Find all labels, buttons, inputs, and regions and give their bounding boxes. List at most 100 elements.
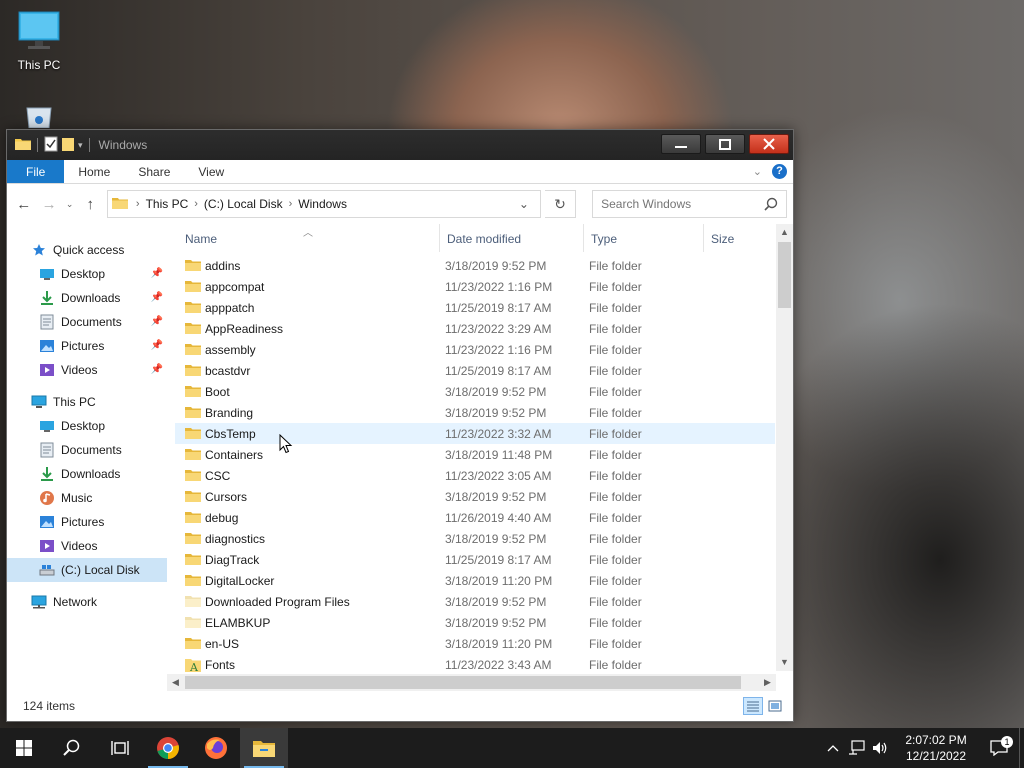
table-row[interactable]: Downloaded Program Files 3/18/2019 9:52 P… bbox=[175, 591, 775, 612]
action-center-button[interactable]: 1 bbox=[979, 736, 1019, 756]
table-row[interactable]: CbsTemp 11/23/2022 3:32 AM File folder bbox=[175, 423, 775, 444]
horizontal-scrollbar[interactable]: ◀ ▶ bbox=[167, 674, 776, 691]
details-view-button[interactable] bbox=[743, 697, 763, 715]
column-divider[interactable] bbox=[583, 224, 584, 252]
back-arrow-icon: ← bbox=[16, 195, 32, 213]
nav-quick-desktop[interactable]: Desktop 📌 bbox=[7, 262, 167, 286]
nav-pc-videos[interactable]: Videos bbox=[7, 534, 167, 558]
table-row[interactable]: AppReadiness 11/23/2022 3:29 AM File folde… bbox=[175, 318, 775, 339]
close-button[interactable] bbox=[749, 134, 789, 154]
maximize-button[interactable] bbox=[705, 134, 745, 154]
table-row[interactable]: CSC 11/23/2022 3:05 AM File folder bbox=[175, 465, 775, 486]
pin-icon[interactable]: 📌 bbox=[151, 364, 163, 375]
address-dropdown-button[interactable]: ⌄ bbox=[508, 191, 540, 217]
expand-ribbon-icon[interactable]: ⌄ bbox=[753, 165, 762, 178]
table-row[interactable]: en-US 3/18/2019 11:20 PM File folder bbox=[175, 633, 775, 654]
scroll-thumb[interactable] bbox=[778, 242, 791, 308]
search-input[interactable] bbox=[601, 197, 762, 211]
table-row[interactable]: A Fonts 11/23/2022 3:43 AM File folder bbox=[175, 654, 775, 675]
table-row[interactable]: debug 11/26/2019 4:40 AM File folder bbox=[175, 507, 775, 528]
qat-dropdown-icon[interactable]: ▾ bbox=[78, 140, 83, 151]
table-row[interactable]: Cursors 3/18/2019 9:52 PM File folder bbox=[175, 486, 775, 507]
file-name: Cursors bbox=[205, 489, 248, 504]
table-row[interactable]: bcastdvr 11/25/2019 8:17 AM File folder bbox=[175, 360, 775, 381]
table-row[interactable]: diagnostics 3/18/2019 9:52 PM File folder bbox=[175, 528, 775, 549]
forward-button[interactable]: → bbox=[38, 193, 59, 215]
back-button[interactable]: ← bbox=[13, 193, 34, 215]
file-type: File folder bbox=[589, 426, 642, 441]
large-icons-view-button[interactable] bbox=[765, 697, 785, 715]
new-folder-icon[interactable] bbox=[61, 136, 75, 155]
breadcrumb-local-disk[interactable]: (C:) Local Disk bbox=[204, 197, 283, 211]
details-view-icon bbox=[747, 701, 759, 712]
search-button[interactable] bbox=[48, 728, 96, 768]
start-button[interactable] bbox=[0, 728, 48, 768]
show-desktop-button[interactable] bbox=[1019, 728, 1024, 768]
table-row[interactable]: Branding 3/18/2019 9:52 PM File folder bbox=[175, 402, 775, 423]
breadcrumb-this-pc[interactable]: This PC bbox=[146, 197, 189, 211]
nav-pc-music[interactable]: Music bbox=[7, 486, 167, 510]
nav-network[interactable]: Network bbox=[7, 590, 167, 614]
table-row[interactable]: apppatch 11/25/2019 8:17 AM File folder bbox=[175, 297, 775, 318]
desktop-icon-this-pc[interactable]: This PC bbox=[6, 10, 72, 72]
chrome-taskbar-button[interactable] bbox=[144, 728, 192, 768]
column-date-modified[interactable]: Date modified bbox=[447, 232, 521, 246]
show-hidden-icons-button[interactable] bbox=[821, 744, 845, 752]
nav-pc-desktop[interactable]: Desktop bbox=[7, 414, 167, 438]
scroll-thumb[interactable] bbox=[185, 676, 741, 689]
tab-share[interactable]: Share bbox=[124, 160, 184, 183]
clock[interactable]: 2:07:02 PM 12/21/2022 bbox=[901, 732, 971, 764]
column-name[interactable]: Name bbox=[185, 232, 217, 246]
nav-pc-downloads[interactable]: Downloads bbox=[7, 462, 167, 486]
up-button[interactable]: ↑ bbox=[79, 193, 100, 215]
column-divider[interactable] bbox=[703, 224, 704, 252]
table-row[interactable]: appcompat 11/23/2022 1:16 PM File folder bbox=[175, 276, 775, 297]
nav-pc-pictures[interactable]: Pictures bbox=[7, 510, 167, 534]
task-view-button[interactable] bbox=[96, 728, 144, 768]
column-type[interactable]: Type bbox=[591, 232, 617, 246]
vertical-scrollbar[interactable]: ▲ ▼ bbox=[776, 224, 793, 671]
scroll-right-icon[interactable]: ▶ bbox=[759, 674, 776, 691]
table-row[interactable]: Boot 3/18/2019 9:52 PM File folder bbox=[175, 381, 775, 402]
pin-icon[interactable]: 📌 bbox=[151, 268, 163, 279]
nav-quick-documents[interactable]: Documents 📌 bbox=[7, 310, 167, 334]
pin-icon[interactable]: 📌 bbox=[151, 316, 163, 327]
breadcrumb-windows[interactable]: Windows bbox=[298, 197, 347, 211]
refresh-button[interactable]: ↻ bbox=[544, 190, 577, 218]
nav-quick-access[interactable]: Quick access bbox=[7, 238, 167, 262]
help-icon[interactable]: ? bbox=[772, 164, 787, 179]
nav-this-pc[interactable]: This PC bbox=[7, 390, 167, 414]
nav-pc-local-disk[interactable]: (C:) Local Disk bbox=[7, 558, 167, 582]
tab-home[interactable]: Home bbox=[64, 160, 124, 183]
title-bar[interactable]: ▾ Windows bbox=[7, 130, 793, 160]
column-size[interactable]: Size bbox=[711, 232, 734, 246]
pin-icon[interactable]: 📌 bbox=[151, 292, 163, 303]
column-divider[interactable] bbox=[439, 224, 440, 252]
scroll-up-icon[interactable]: ▲ bbox=[776, 224, 793, 241]
table-row[interactable]: assembly 11/23/2022 1:16 PM File folder bbox=[175, 339, 775, 360]
scroll-down-icon[interactable]: ▼ bbox=[776, 654, 793, 671]
firefox-taskbar-button[interactable] bbox=[192, 728, 240, 768]
nav-quick-videos[interactable]: Videos 📌 bbox=[7, 358, 167, 382]
tab-file[interactable]: File bbox=[7, 160, 65, 183]
network-icon bbox=[849, 740, 865, 755]
recent-locations-button[interactable]: ⌄ bbox=[64, 193, 76, 215]
scroll-left-icon[interactable]: ◀ bbox=[167, 674, 184, 691]
search-box[interactable] bbox=[592, 190, 787, 218]
table-row[interactable]: Containers 3/18/2019 11:48 PM File folder bbox=[175, 444, 775, 465]
properties-icon[interactable] bbox=[44, 136, 58, 155]
table-row[interactable]: ELAMBKUP 3/18/2019 9:52 PM File folder bbox=[175, 612, 775, 633]
file-explorer-taskbar-button[interactable] bbox=[240, 728, 288, 768]
minimize-button[interactable] bbox=[661, 134, 701, 154]
tab-view[interactable]: View bbox=[184, 160, 238, 183]
address-bar[interactable]: › This PC › (C:) Local Disk › Windows ⌄ bbox=[106, 190, 541, 218]
volume-tray-button[interactable] bbox=[869, 740, 893, 756]
nav-pc-documents[interactable]: Documents bbox=[7, 438, 167, 462]
table-row[interactable]: DigitalLocker 3/18/2019 11:20 PM File fold… bbox=[175, 570, 775, 591]
nav-quick-pictures[interactable]: Pictures 📌 bbox=[7, 334, 167, 358]
network-tray-button[interactable] bbox=[845, 740, 869, 756]
pin-icon[interactable]: 📌 bbox=[151, 340, 163, 351]
table-row[interactable]: DiagTrack 11/25/2019 8:17 AM File folder bbox=[175, 549, 775, 570]
table-row[interactable]: addins 3/18/2019 9:52 PM File folder bbox=[175, 255, 775, 276]
nav-quick-downloads[interactable]: Downloads 📌 bbox=[7, 286, 167, 310]
